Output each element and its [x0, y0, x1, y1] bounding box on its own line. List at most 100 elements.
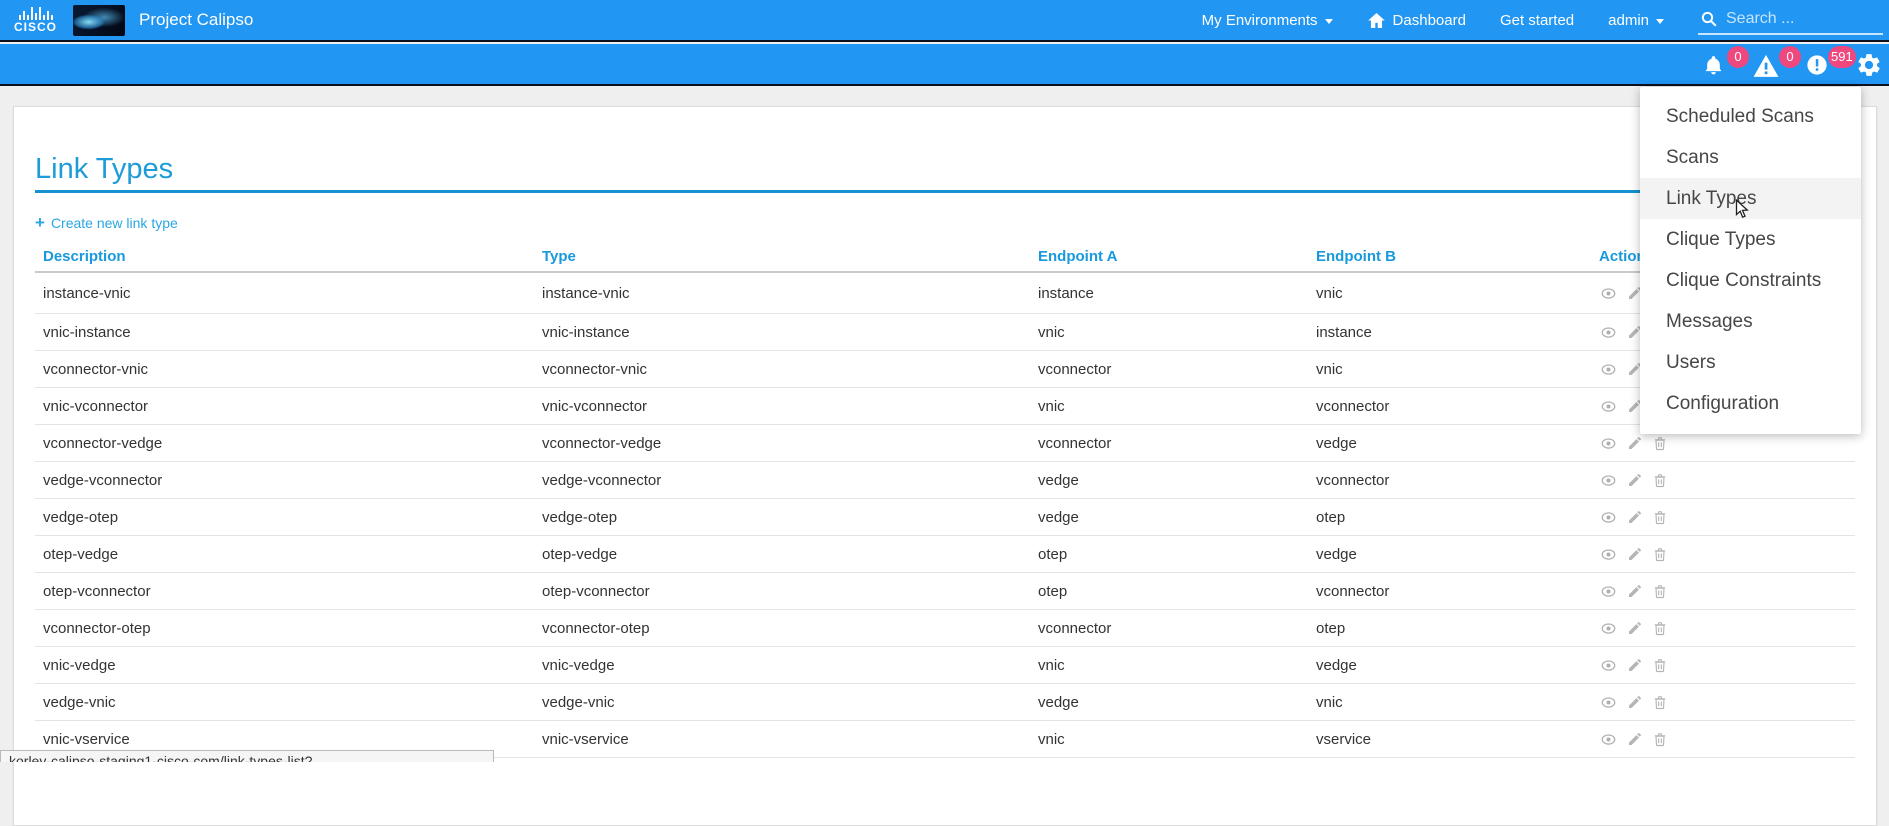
chevron-down-icon	[1656, 19, 1664, 24]
admin-menu[interactable]: admin	[1608, 12, 1664, 29]
header-endpoint-b[interactable]: Endpoint B	[1316, 248, 1599, 265]
table-row: vconnector-otep vconnector-otep vconnect…	[35, 610, 1855, 647]
get-started-link[interactable]: Get started	[1500, 12, 1574, 29]
cell-description: vnic-vconnector	[43, 398, 542, 415]
page-title: Link Types	[35, 152, 1855, 186]
edit-icon[interactable]	[1627, 657, 1643, 673]
cell-description: vedge-vconnector	[43, 472, 542, 489]
cell-endpoint-a: vnic	[1038, 731, 1316, 748]
header-endpoint-a[interactable]: Endpoint A	[1038, 248, 1316, 265]
cell-endpoint-b: vservice	[1316, 731, 1599, 748]
errors-badge[interactable]: 591	[1828, 46, 1856, 68]
table-row: vedge-vnic vedge-vnic vedge vnic	[35, 684, 1855, 721]
delete-icon[interactable]	[1652, 509, 1668, 526]
edit-icon[interactable]	[1627, 583, 1643, 599]
view-icon[interactable]	[1599, 695, 1618, 710]
warnings-badge[interactable]: 0	[1779, 46, 1801, 68]
row-actions	[1599, 472, 1855, 489]
edit-icon[interactable]	[1627, 472, 1643, 488]
cell-endpoint-a: instance	[1038, 285, 1316, 302]
cell-type: vnic-vservice	[542, 731, 1038, 748]
delete-icon[interactable]	[1652, 472, 1668, 489]
error-circle-icon[interactable]	[1806, 54, 1828, 81]
cell-description: otep-vconnector	[43, 583, 542, 600]
delete-icon[interactable]	[1652, 546, 1668, 563]
edit-icon[interactable]	[1627, 731, 1643, 747]
cell-endpoint-b: vconnector	[1316, 398, 1599, 415]
view-icon[interactable]	[1599, 547, 1618, 562]
menu-item-clique-constraints[interactable]: Clique Constraints	[1640, 260, 1861, 301]
my-environments-menu[interactable]: My Environments	[1202, 12, 1333, 29]
table-header-row: Description Type Endpoint A Endpoint B A…	[35, 241, 1855, 273]
table-row: vnic-instance vnic-instance vnic instanc…	[35, 314, 1855, 351]
plus-icon: +	[35, 216, 45, 230]
cell-endpoint-b: vnic	[1316, 361, 1599, 378]
view-icon[interactable]	[1599, 325, 1618, 340]
delete-icon[interactable]	[1652, 583, 1668, 600]
cisco-logo: CISCO	[14, 7, 57, 33]
view-icon[interactable]	[1599, 658, 1618, 673]
create-new-link-type-label: Create new link type	[51, 215, 178, 231]
gear-icon[interactable]	[1856, 52, 1882, 83]
header-type[interactable]: Type	[542, 248, 1038, 265]
title-rule	[35, 190, 1855, 193]
cell-type: vedge-vnic	[542, 694, 1038, 711]
my-environments-label: My Environments	[1202, 12, 1318, 29]
notification-bar: 0 0 591	[0, 44, 1889, 86]
create-new-link-type-button[interactable]: + Create new link type	[35, 215, 178, 231]
table-row: vedge-otep vedge-otep vedge otep	[35, 499, 1855, 536]
delete-icon[interactable]	[1652, 657, 1668, 674]
cell-type: vconnector-vnic	[542, 361, 1038, 378]
menu-item-scans[interactable]: Scans	[1640, 137, 1861, 178]
cell-endpoint-b: otep	[1316, 509, 1599, 526]
edit-icon[interactable]	[1627, 694, 1643, 710]
view-icon[interactable]	[1599, 621, 1618, 636]
table-row: vnic-vconnector vnic-vconnector vnic vco…	[35, 388, 1855, 425]
cell-endpoint-a: vnic	[1038, 657, 1316, 674]
view-icon[interactable]	[1599, 399, 1618, 414]
view-icon[interactable]	[1599, 732, 1618, 747]
delete-icon[interactable]	[1652, 620, 1668, 637]
cell-type: vconnector-otep	[542, 620, 1038, 637]
menu-item-scheduled-scans[interactable]: Scheduled Scans	[1640, 96, 1861, 137]
cell-endpoint-a: otep	[1038, 546, 1316, 563]
warning-triangle-icon[interactable]	[1752, 54, 1780, 83]
row-actions	[1599, 731, 1855, 748]
table-row: otep-vedge otep-vedge otep vedge	[35, 536, 1855, 573]
cell-type: otep-vconnector	[542, 583, 1038, 600]
view-icon[interactable]	[1599, 510, 1618, 525]
menu-item-configuration[interactable]: Configuration	[1640, 383, 1861, 424]
cell-endpoint-a: vconnector	[1038, 361, 1316, 378]
edit-icon[interactable]	[1627, 546, 1643, 562]
cell-description: instance-vnic	[43, 285, 542, 302]
search-input[interactable]	[1726, 10, 1866, 28]
settings-dropdown-menu: Scheduled Scans Scans Link Types Clique …	[1640, 87, 1861, 434]
cell-description: vedge-otep	[43, 509, 542, 526]
cell-endpoint-b: otep	[1316, 620, 1599, 637]
row-actions	[1599, 509, 1855, 526]
menu-item-messages[interactable]: Messages	[1640, 301, 1861, 342]
menu-item-link-types[interactable]: Link Types	[1640, 178, 1861, 219]
view-icon[interactable]	[1599, 473, 1618, 488]
view-icon[interactable]	[1599, 286, 1618, 301]
menu-item-users[interactable]: Users	[1640, 342, 1861, 383]
row-actions	[1599, 546, 1855, 563]
bell-icon[interactable]	[1703, 53, 1724, 82]
edit-icon[interactable]	[1627, 620, 1643, 636]
delete-icon[interactable]	[1652, 435, 1668, 452]
edit-icon[interactable]	[1627, 509, 1643, 525]
notifications-badge[interactable]: 0	[1727, 46, 1749, 68]
header-description[interactable]: Description	[43, 248, 542, 265]
cell-description: vnic-vservice	[43, 731, 542, 748]
cisco-logo-text: CISCO	[14, 21, 57, 33]
delete-icon[interactable]	[1652, 731, 1668, 748]
edit-icon[interactable]	[1627, 435, 1643, 451]
dashboard-link[interactable]: Dashboard	[1367, 11, 1466, 30]
delete-icon[interactable]	[1652, 694, 1668, 711]
view-icon[interactable]	[1599, 362, 1618, 377]
chevron-down-icon	[1325, 19, 1333, 24]
view-icon[interactable]	[1599, 436, 1618, 451]
top-navbar: CISCO Project Calipso My Environments Da…	[0, 0, 1889, 42]
menu-item-clique-types[interactable]: Clique Types	[1640, 219, 1861, 260]
view-icon[interactable]	[1599, 584, 1618, 599]
